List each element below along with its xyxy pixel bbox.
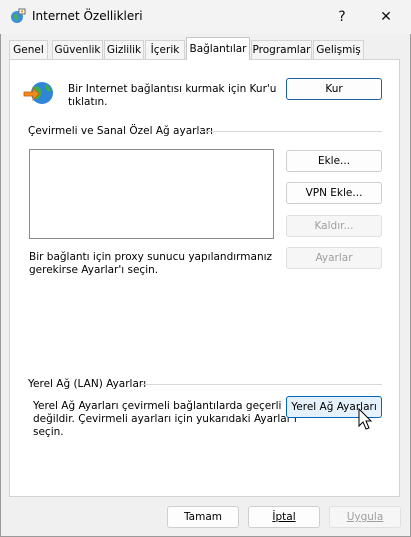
- apply-button[interactable]: Uygula: [329, 506, 401, 528]
- tab-gelismis[interactable]: Gelişmiş: [313, 40, 364, 59]
- lan-text-line2: değildir. Çevirmeli ayarları için yukarı…: [33, 413, 297, 425]
- apply-button-label: Uygula: [346, 511, 384, 523]
- tab-label: İçerik: [150, 44, 180, 56]
- tab-gizlilik[interactable]: Gizlilik: [104, 40, 144, 59]
- tab-label: Gelişmiş: [316, 44, 361, 56]
- internet-options-icon: [10, 8, 26, 24]
- setup-text-line1: Bir Internet bağlantısı kurmak için Kur'…: [68, 83, 277, 95]
- help-icon: ?: [338, 9, 346, 25]
- tab-baglantilar[interactable]: Bağlantılar: [186, 37, 250, 60]
- tab-label: Gizlilik: [106, 44, 142, 56]
- lan-divider: [141, 384, 382, 385]
- add-vpn-button-label: VPN Ekle...: [305, 187, 363, 199]
- connections-list[interactable]: [29, 149, 274, 239]
- ok-button-label: Tamam: [183, 511, 222, 523]
- proxy-text-line2: gerekirse Ayarlar'ı seçin.: [29, 264, 159, 276]
- tab-icerik[interactable]: İçerik: [145, 40, 185, 59]
- tab-label: Güvenlik: [54, 44, 101, 56]
- network-globe-icon: [23, 78, 57, 108]
- tab-guvenlik[interactable]: Güvenlik: [52, 40, 103, 59]
- tab-label: Genel: [13, 44, 44, 56]
- add-button[interactable]: Ekle...: [286, 150, 382, 172]
- ok-button[interactable]: Tamam: [167, 506, 239, 528]
- remove-button[interactable]: Kaldır...: [286, 215, 382, 237]
- remove-button-label: Kaldır...: [314, 220, 354, 232]
- title-bar[interactable]: Internet Özellikleri ? ✕: [0, 0, 411, 34]
- tab-label: Bağlantılar: [189, 43, 247, 55]
- tab-label: Programlar: [252, 44, 311, 56]
- cancel-button[interactable]: İptal: [248, 506, 320, 528]
- add-button-label: Ekle...: [317, 155, 351, 167]
- window-title: Internet Özellikleri: [32, 9, 143, 23]
- help-button[interactable]: ?: [320, 0, 364, 34]
- proxy-text-line1: Bir bağlantı için proxy sunucu yapılandı…: [29, 251, 273, 263]
- lan-text-line3: seçin.: [33, 426, 64, 438]
- cancel-button-label: İptal: [272, 511, 296, 523]
- tab-programlar[interactable]: Programlar: [251, 40, 312, 59]
- settings-button-label: Ayarlar: [315, 252, 353, 264]
- setup-text-line2: tıklatın.: [68, 96, 108, 108]
- settings-button[interactable]: Ayarlar: [286, 247, 382, 269]
- setup-button[interactable]: Kur: [286, 78, 382, 100]
- setup-button-label: Kur: [325, 83, 343, 95]
- mouse-cursor-icon: [358, 407, 374, 432]
- close-button[interactable]: ✕: [364, 0, 408, 34]
- dialup-section-label: Çevirmeli ve Sanal Özel Ağ ayarları: [28, 125, 214, 137]
- tab-genel[interactable]: Genel: [9, 40, 48, 59]
- lan-text-line1: Yerel Ağ Ayarları çevirmeli bağlantılard…: [33, 400, 282, 412]
- close-icon: ✕: [380, 9, 392, 25]
- add-vpn-button[interactable]: VPN Ekle...: [286, 182, 382, 204]
- dialup-divider: [198, 131, 382, 132]
- lan-section-label: Yerel Ağ (LAN) Ayarları: [28, 378, 147, 390]
